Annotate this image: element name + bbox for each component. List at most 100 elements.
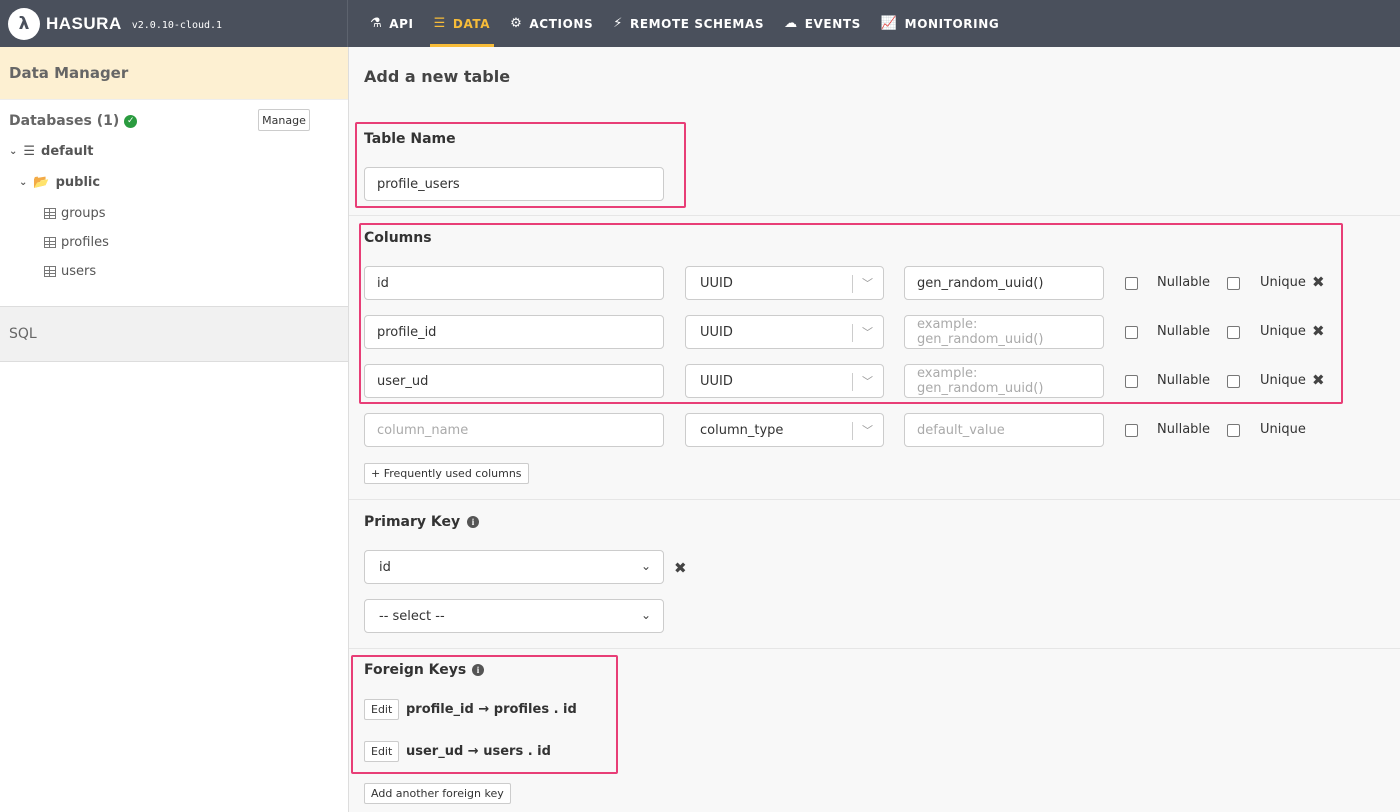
column-name-input[interactable]: id — [364, 266, 664, 300]
nullable-checkbox[interactable] — [1125, 424, 1138, 437]
edit-foreign-key-button[interactable]: Edit — [364, 699, 400, 720]
tree-table-groups[interactable]: groups — [44, 206, 106, 221]
chevron-down-icon: ﹀ — [862, 424, 873, 437]
chevron-down-icon: ⌄ — [640, 608, 651, 622]
column-type-select[interactable]: UUID ﹀ — [685, 266, 884, 300]
column-name-input[interactable]: profile_id — [364, 315, 664, 349]
nav-api-label: API — [389, 16, 414, 31]
table-icon — [44, 237, 56, 248]
nullable-label: Nullable — [1157, 422, 1211, 437]
nullable-label: Nullable — [1157, 373, 1211, 388]
sidebar-title[interactable]: Data Manager — [0, 47, 348, 100]
hasura-logo-icon: λ — [8, 7, 40, 40]
check-circle-icon: ✓ — [124, 114, 138, 128]
divider — [852, 324, 853, 342]
divider — [852, 422, 853, 440]
nav-events[interactable]: ☁ EVENTS — [774, 0, 871, 47]
divider — [349, 215, 1400, 216]
select-placeholder: -- select -- — [379, 608, 445, 624]
column-type-value: UUID — [700, 373, 733, 389]
nav-remote-schemas[interactable]: ⚡ REMOTE SCHEMAS — [603, 0, 774, 47]
flask-icon: ⚗ — [370, 16, 383, 31]
table-name: groups — [61, 206, 106, 221]
column-default-input[interactable]: example: gen_random_uuid() — [904, 315, 1104, 349]
column-type-placeholder: column_type — [700, 422, 784, 438]
tree-table-users[interactable]: users — [44, 264, 96, 279]
nav-data[interactable]: ☰ DATA — [424, 0, 501, 47]
sidebar: Data Manager Databases (1) ✓ Manage ⌄ ☰ … — [0, 47, 349, 812]
unique-label: Unique — [1260, 275, 1306, 290]
nav-events-label: EVENTS — [804, 16, 861, 31]
column-name-input[interactable]: user_ud — [364, 364, 664, 398]
tree-database-default[interactable]: ⌄ ☰ default — [9, 144, 94, 159]
nav-remote-schemas-label: REMOTE SCHEMAS — [630, 16, 765, 31]
divider — [852, 373, 853, 391]
column-type-value: UUID — [700, 275, 733, 291]
foreign-key-text: user_ud → users . id — [406, 744, 551, 759]
column-type-select[interactable]: UUID ﹀ — [685, 315, 884, 349]
primary-key-value: id — [379, 559, 391, 575]
remove-primary-key-icon[interactable]: ✖ — [674, 559, 687, 577]
nav-monitoring-label: MONITORING — [904, 16, 1000, 31]
divider — [852, 275, 853, 293]
foreign-keys-label: Foreign Keys — [364, 662, 467, 678]
sidebar-item-sql[interactable]: SQL — [0, 306, 348, 362]
nullable-label: Nullable — [1157, 275, 1211, 290]
brand[interactable]: λ HASURA v2.0.10-cloud.1 — [0, 0, 348, 47]
nullable-checkbox[interactable] — [1125, 375, 1138, 388]
info-icon[interactable]: i — [472, 664, 484, 676]
frequently-used-columns-button[interactable]: + Frequently used columns — [364, 463, 529, 484]
primary-key-add-select[interactable]: -- select -- ⌄ — [364, 599, 664, 633]
unique-label: Unique — [1260, 373, 1306, 388]
unique-checkbox[interactable] — [1227, 277, 1240, 290]
column-default-input[interactable]: gen_random_uuid() — [904, 266, 1104, 300]
primary-key-select[interactable]: id ⌄ — [364, 550, 664, 584]
chevron-down-icon: ﹀ — [862, 277, 873, 290]
edit-foreign-key-button[interactable]: Edit — [364, 741, 400, 762]
column-type-value: UUID — [700, 324, 733, 340]
chevron-down-icon: ⌄ — [19, 177, 28, 188]
nullable-label: Nullable — [1157, 324, 1211, 339]
unique-checkbox[interactable] — [1227, 375, 1240, 388]
databases-label: Databases (1) — [9, 113, 120, 129]
new-column-name-input[interactable]: column_name — [364, 413, 664, 447]
schema-name: public — [55, 175, 101, 190]
unique-checkbox[interactable] — [1227, 424, 1240, 437]
foreign-key-text: profile_id → profiles . id — [406, 702, 577, 717]
nav-actions-label: ACTIONS — [529, 16, 594, 31]
chevron-down-icon: ﹀ — [862, 326, 873, 339]
remove-column-icon[interactable]: ✖ — [1312, 322, 1325, 340]
unique-label: Unique — [1260, 324, 1306, 339]
tree-table-profiles[interactable]: profiles — [44, 235, 109, 250]
plug-icon: ⚡ — [613, 16, 623, 31]
divider — [349, 648, 1400, 649]
remove-column-icon[interactable]: ✖ — [1312, 273, 1325, 291]
version-label: v2.0.10-cloud.1 — [131, 19, 223, 31]
divider — [349, 499, 1400, 500]
remove-column-icon[interactable]: ✖ — [1312, 371, 1325, 389]
chevron-down-icon: ﹀ — [862, 375, 873, 388]
nullable-checkbox[interactable] — [1125, 277, 1138, 290]
unique-checkbox[interactable] — [1227, 326, 1240, 339]
database-icon: ☰ — [433, 16, 446, 31]
nav-monitoring[interactable]: 📈 MONITORING — [871, 0, 1009, 47]
table-icon — [44, 208, 56, 219]
manage-button[interactable]: Manage — [258, 109, 310, 131]
database-icon: ☰ — [23, 144, 36, 159]
info-icon[interactable]: i — [467, 516, 479, 528]
nullable-checkbox[interactable] — [1125, 326, 1138, 339]
tree-schema-public[interactable]: ⌄ 📂 public — [19, 175, 100, 190]
cogs-icon: ⚙ — [510, 16, 523, 31]
primary-key-label: Primary Key — [364, 514, 461, 530]
add-foreign-key-button[interactable]: Add another foreign key — [364, 783, 511, 804]
column-type-select[interactable]: UUID ﹀ — [685, 364, 884, 398]
new-column-default-input[interactable]: default_value — [904, 413, 1104, 447]
nav-actions[interactable]: ⚙ ACTIONS — [500, 0, 603, 47]
column-default-input[interactable]: example: gen_random_uuid() — [904, 364, 1104, 398]
nav-api[interactable]: ⚗ API — [360, 0, 424, 47]
chevron-down-icon: ⌄ — [9, 146, 18, 157]
table-name-input[interactable]: profile_users — [364, 167, 664, 201]
line-chart-icon: 📈 — [880, 16, 898, 31]
new-column-type-select[interactable]: column_type ﹀ — [685, 413, 884, 447]
table-icon — [44, 266, 56, 277]
